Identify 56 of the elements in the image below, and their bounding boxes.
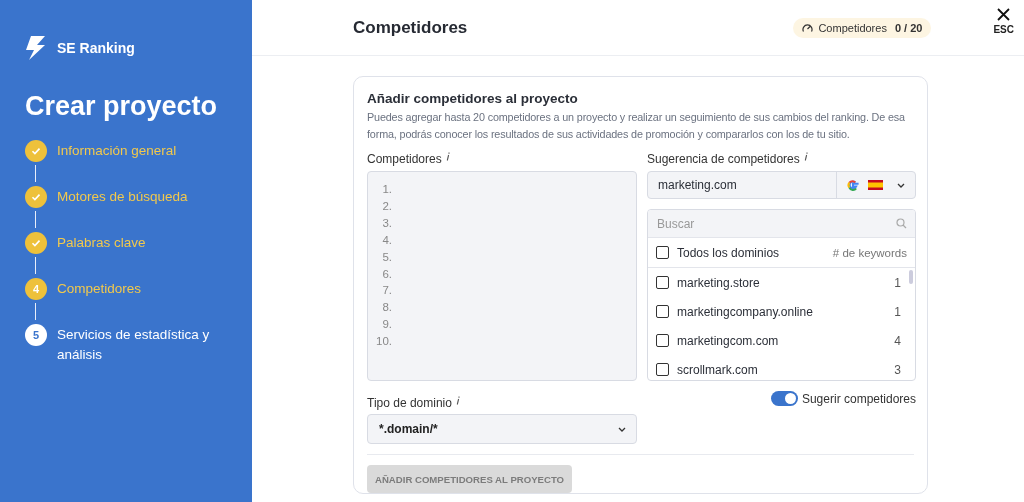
select-all-label: Todos los dominios xyxy=(677,245,781,260)
brand-name: SE Ranking xyxy=(57,40,135,56)
step-label[interactable]: Información general xyxy=(57,140,217,161)
checkbox[interactable] xyxy=(656,334,669,347)
line-number: 3. xyxy=(381,215,392,231)
line-number: 1. xyxy=(381,182,392,197)
close-button[interactable]: ESC xyxy=(993,8,1014,35)
step-number: 4 xyxy=(25,278,47,300)
scrollbar[interactable] xyxy=(909,270,913,284)
gauge-icon xyxy=(802,22,814,33)
card-description: Puedes agregar hasta 20 competidores a un proyecto y realizar un seguimiento de sus cambios del ranking. De esa forma, podrás conocer los resultados de sus actividades de promoción y compararlos con los de tu sitio. xyxy=(367,110,906,142)
keyword-count: 3 xyxy=(894,362,901,377)
limit-badge: Competidores 0 / 20 xyxy=(793,17,932,38)
domain-name: marketing.store xyxy=(677,275,761,290)
line-number: 5. xyxy=(381,249,392,265)
step-label[interactable]: Palabras clave xyxy=(57,232,217,253)
info-icon[interactable] xyxy=(445,152,450,161)
info-icon[interactable] xyxy=(455,396,460,405)
close-icon xyxy=(997,8,1011,21)
chevron-icon xyxy=(618,426,626,432)
domain-name: marketingcom.com xyxy=(677,333,780,348)
search-field[interactable]: Buscar xyxy=(648,210,915,238)
info-icon[interactable] xyxy=(803,152,808,161)
line-number: 4. xyxy=(381,232,392,248)
step-label[interactable]: Competidores xyxy=(57,278,217,299)
page-title: Crear proyecto xyxy=(25,91,219,122)
line-number: 10. xyxy=(375,334,392,350)
card-title: Añadir competidores al proyecto xyxy=(367,91,579,106)
field-label: Sugerencia de competidores xyxy=(647,152,800,166)
search-icon xyxy=(896,218,907,229)
line-number: 9. xyxy=(381,317,392,333)
toggle-label: Sugerir competidores xyxy=(801,391,916,406)
checkbox[interactable] xyxy=(656,276,669,289)
field-label: Competidores xyxy=(367,152,442,166)
keyword-count: 1 xyxy=(894,275,901,290)
column-header: # de keywords xyxy=(832,246,907,259)
line-number: 7. xyxy=(381,283,392,299)
keyword-count: 4 xyxy=(894,333,901,348)
line-number: 8. xyxy=(381,300,392,316)
logo-icon xyxy=(25,36,47,60)
field-label: Tipo de dominio xyxy=(367,396,452,410)
step-label[interactable]: Servicios de estadística y análisis xyxy=(57,324,217,365)
keyword-count: 1 xyxy=(894,304,901,319)
checkbox[interactable] xyxy=(656,363,669,376)
competitors-textarea[interactable]: 1. 2. 3. 4. 5. 6. 7. 8. 9. 10. xyxy=(367,171,637,381)
step-number: 5 xyxy=(25,324,47,346)
line-number: 2. xyxy=(381,198,392,214)
step-label[interactable]: Motores de búsqueda xyxy=(57,186,217,207)
domain-name: scrollmark.com xyxy=(677,362,759,377)
checkbox[interactable] xyxy=(656,246,669,259)
domain-type-select[interactable]: *.domain/* xyxy=(367,414,637,444)
domain-name: marketingcompany.online xyxy=(677,304,814,319)
section-title: Competidores xyxy=(353,17,469,38)
toggle-switch[interactable] xyxy=(770,391,798,406)
line-number: 6. xyxy=(381,266,392,282)
checkbox[interactable] xyxy=(656,305,669,318)
